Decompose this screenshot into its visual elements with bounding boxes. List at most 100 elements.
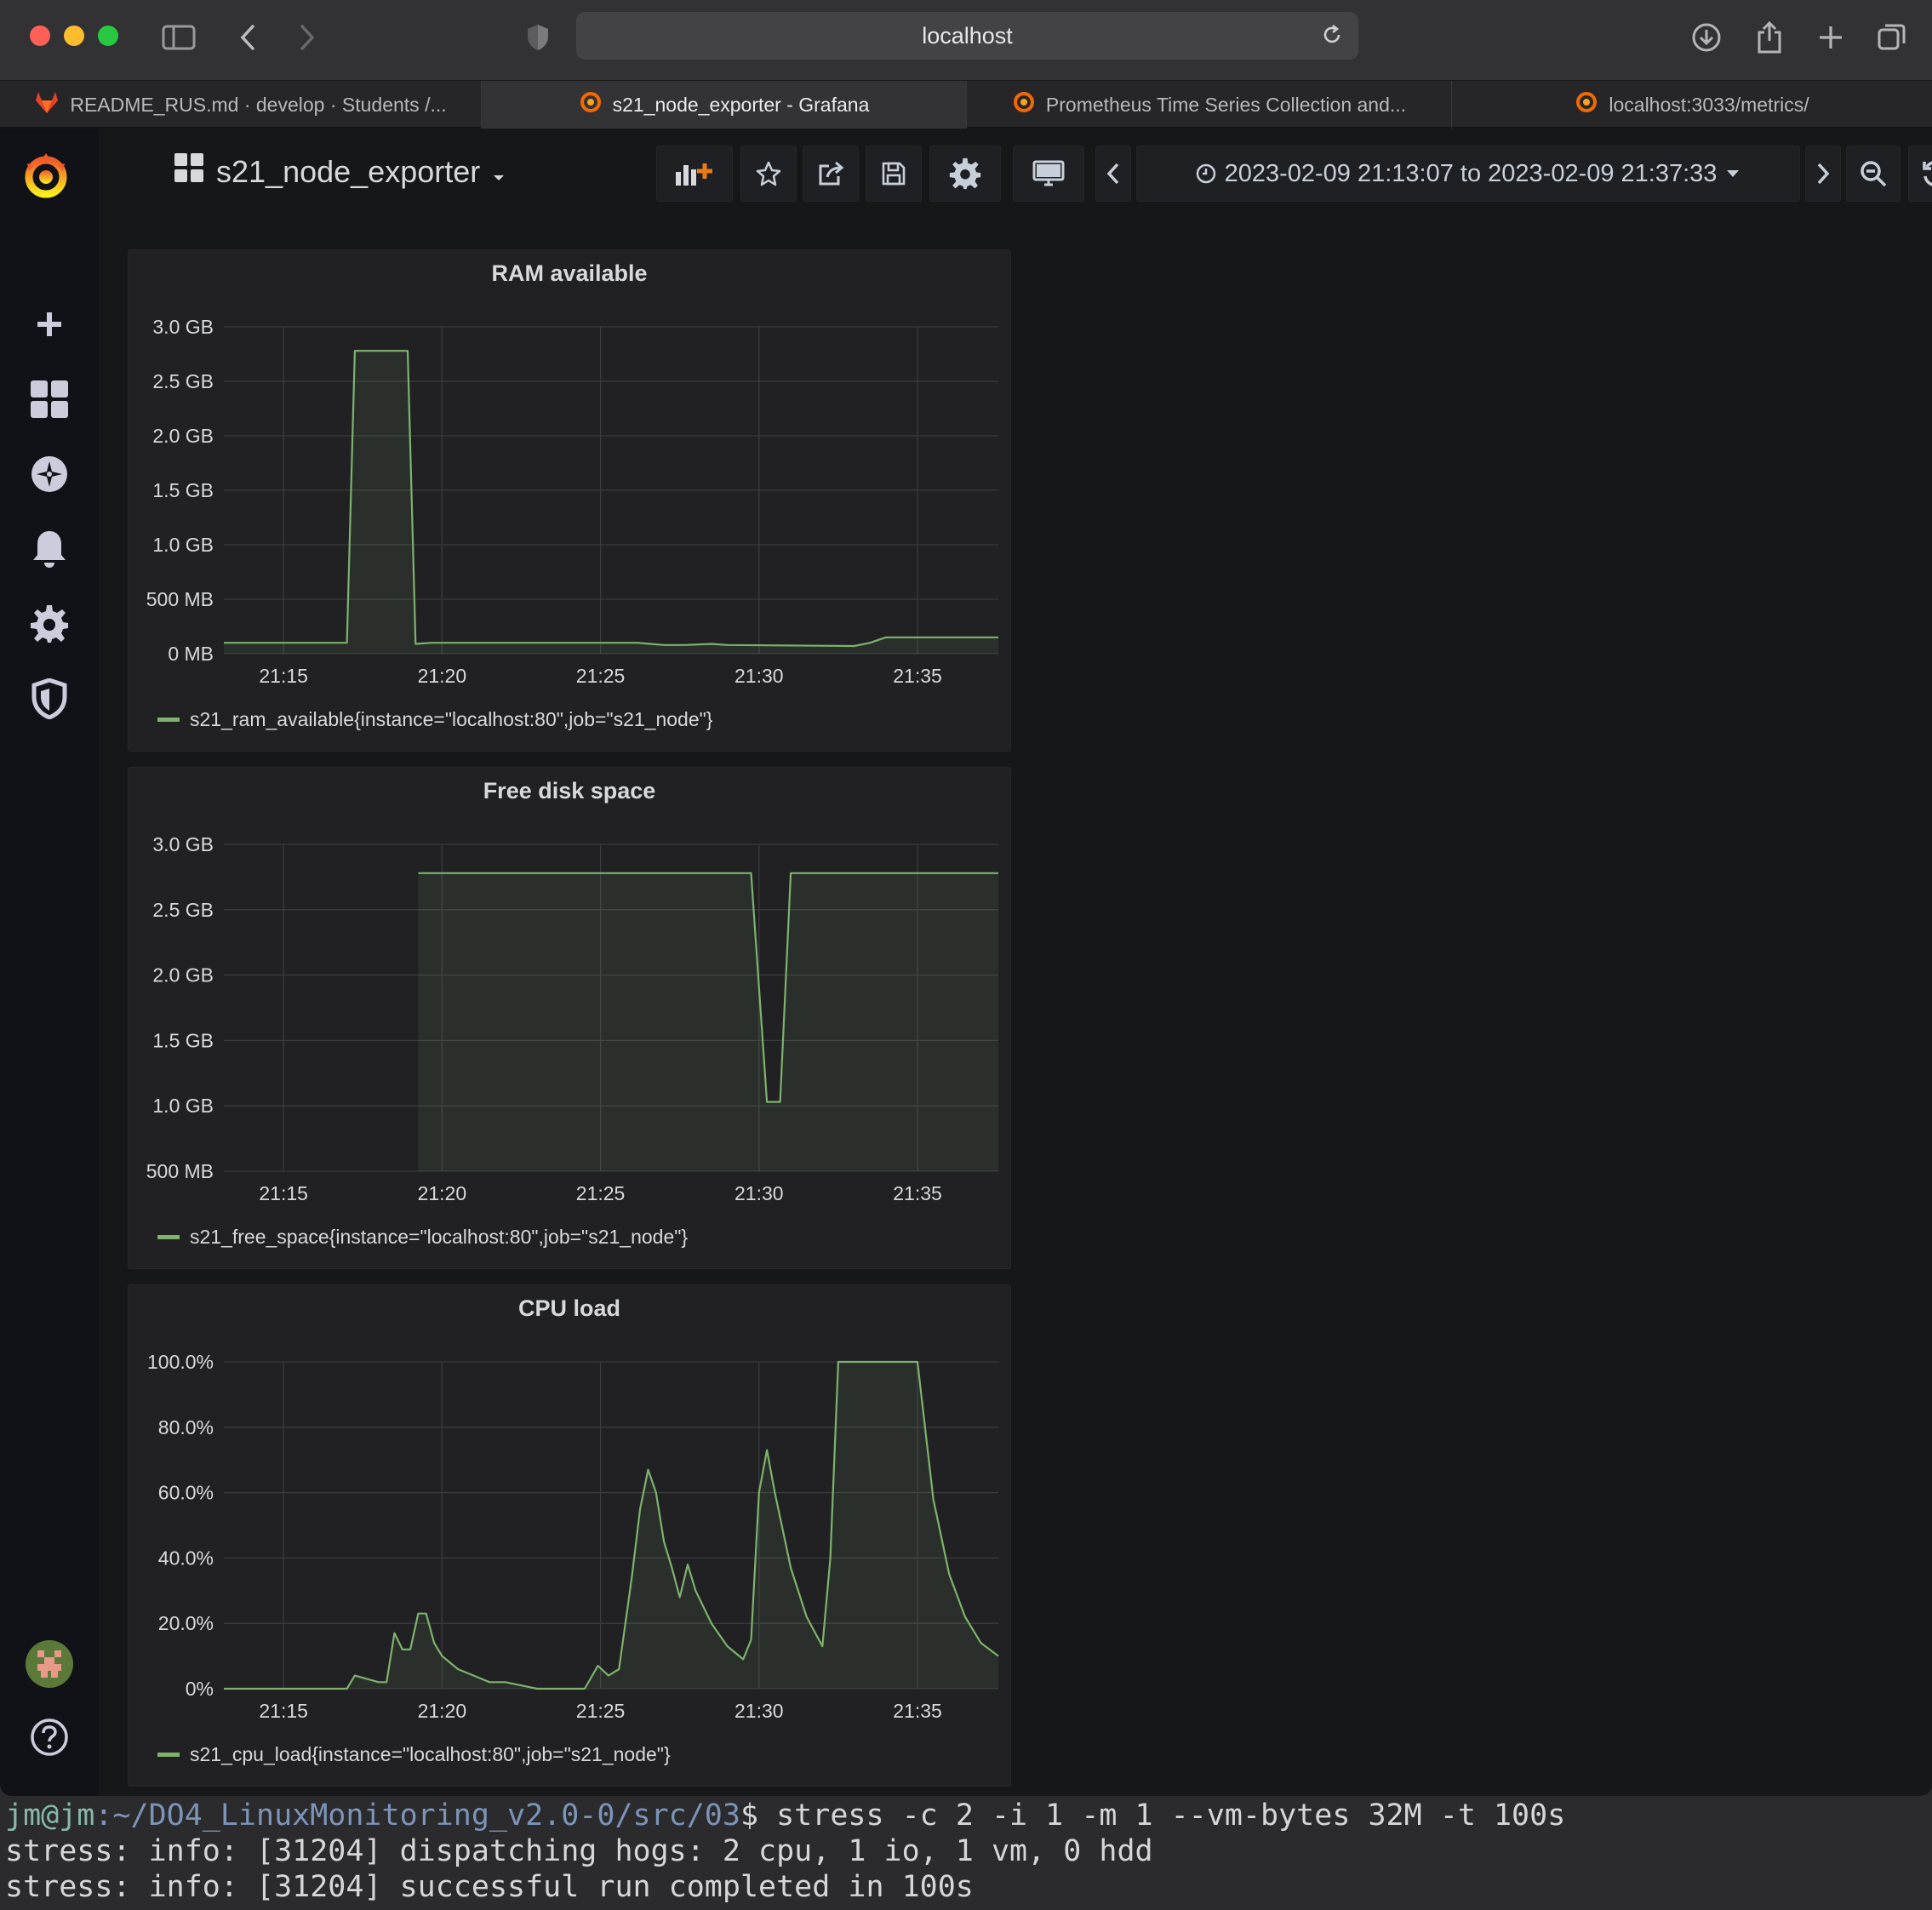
gitlab-icon <box>34 90 60 119</box>
tab-grafana[interactable]: s21_node_exporter - Grafana <box>482 81 967 129</box>
share-icon[interactable] <box>1752 19 1786 56</box>
panel-cpu-load[interactable]: CPU load 0% 20.0% 40.0% 60.0% 80.0% 100.0% 21:… <box>128 1284 1011 1787</box>
grafana-icon <box>579 90 603 119</box>
terminal[interactable]: jm@jm:~/DO4_LinuxMonitoring_v2.0-0/src/0… <box>0 1798 1932 1910</box>
browser-toolbar: localhost <box>0 0 1932 80</box>
close-window-button[interactable] <box>30 26 50 46</box>
browser-window: localhost README_RUS.md · develop · Stud… <box>0 0 1932 1796</box>
configuration-gear-icon[interactable] <box>26 600 73 648</box>
explore-compass-icon[interactable] <box>26 450 73 498</box>
refresh-icon <box>1923 161 1932 186</box>
time-range-text: 2023-02-09 21:13:07 to 2023-02-09 21:37:… <box>1224 159 1718 187</box>
new-tab-icon[interactable] <box>1814 19 1848 56</box>
y-tick-label: 3.0 GB <box>152 316 214 338</box>
chart-legend[interactable]: s21_free_space{instance="localhost:80",j… <box>157 1226 688 1249</box>
dashboard-settings-button[interactable] <box>929 146 1001 202</box>
chevron-right-icon <box>1817 163 1830 185</box>
x-tick-label: 21:30 <box>735 1182 784 1204</box>
series-area <box>224 351 998 654</box>
x-tick-label: 21:25 <box>576 1700 626 1722</box>
tab-label: s21_node_exporter - Grafana <box>612 93 870 116</box>
chart-legend[interactable]: s21_cpu_load{instance="localhost:80",job… <box>157 1743 671 1766</box>
save-dashboard-button[interactable] <box>866 146 922 202</box>
y-tick-label: 2.5 GB <box>152 370 214 392</box>
alerting-bell-icon[interactable] <box>26 525 73 573</box>
grafana-icon <box>1012 90 1036 119</box>
monitor-icon <box>1032 160 1065 186</box>
terminal-output-line: stress: info: [31204] successful run com… <box>5 1870 974 1904</box>
grafana-icon <box>1575 90 1598 119</box>
privacy-shield-icon[interactable] <box>523 19 553 56</box>
x-tick-label: 21:25 <box>576 665 626 687</box>
y-tick-label: 2.5 GB <box>152 899 214 921</box>
x-tick-label: 21:15 <box>259 1182 308 1204</box>
downloads-icon[interactable] <box>1689 19 1723 56</box>
panel-ram-available[interactable]: RAM available 0 MB 500 MB 1.0 GB 1.5 GB 2.0 … <box>128 249 1011 752</box>
address-bar[interactable]: localhost <box>576 12 1358 60</box>
y-tick-label: 0% <box>186 1678 214 1700</box>
legend-label: s21_free_space{instance="localhost:80",j… <box>190 1226 689 1248</box>
forward-icon[interactable] <box>294 19 320 56</box>
terminal-prompt-symbol: $ <box>740 1798 759 1833</box>
legend-label: s21_cpu_load{instance="localhost:80",job… <box>190 1743 671 1765</box>
dashboard-title-picker[interactable]: s21_node_exporter <box>174 152 506 191</box>
dashboard-title: s21_node_exporter <box>216 153 481 189</box>
minimize-window-button[interactable] <box>64 26 84 46</box>
tab-prometheus[interactable]: Prometheus Time Series Collection and... <box>967 81 1452 129</box>
help-icon[interactable] <box>26 1713 73 1761</box>
add-panel-button[interactable] <box>656 146 733 202</box>
zoom-window-button[interactable] <box>98 26 118 46</box>
tab-readme[interactable]: README_RUS.md · develop · Students /... <box>0 81 482 129</box>
dashboards-icon[interactable] <box>26 375 73 423</box>
y-tick-label: 0 MB <box>168 643 214 665</box>
share-dashboard-button[interactable] <box>803 146 859 202</box>
sidebar-toggle-icon[interactable] <box>158 19 199 56</box>
time-range-picker[interactable]: 2023-02-09 21:13:07 to 2023-02-09 21:37:… <box>1136 146 1800 202</box>
clock-icon <box>1196 163 1215 184</box>
y-tick-label: 100.0% <box>147 1351 214 1373</box>
back-icon[interactable] <box>235 19 260 56</box>
refresh-dashboard-button[interactable] <box>1908 146 1932 202</box>
grafana-logo-icon[interactable] <box>20 146 71 205</box>
y-tick-label: 20.0% <box>158 1612 214 1634</box>
create-plus-icon[interactable] <box>26 300 73 348</box>
x-tick-label: 21:15 <box>259 1700 308 1722</box>
time-shift-back-button[interactable] <box>1095 146 1131 202</box>
tab-metrics[interactable]: localhost:3033/metrics/ <box>1452 81 1932 129</box>
x-tick-label: 21:30 <box>735 1700 784 1722</box>
x-tick-label: 21:25 <box>576 1182 626 1204</box>
url-text: localhost <box>922 22 1013 49</box>
tab-bar: README_RUS.md · develop · Students /... … <box>0 80 1932 129</box>
ram-available-chart: 0 MB 500 MB 1.0 GB 1.5 GB 2.0 GB 2.5 GB 3.0 GB… <box>146 316 998 687</box>
x-tick-label: 21:35 <box>893 1700 942 1722</box>
star-icon <box>756 161 781 186</box>
x-tick-label: 21:20 <box>418 665 467 687</box>
server-admin-shield-icon[interactable] <box>26 675 73 723</box>
x-tick-label: 21:35 <box>893 665 942 687</box>
terminal-prompt-line: jm@jm:~/DO4_LinuxMonitoring_v2.0-0/src/0… <box>5 1798 1932 1833</box>
x-tick-label: 21:20 <box>418 1182 467 1204</box>
tab-overview-icon[interactable] <box>1875 19 1909 56</box>
star-dashboard-button[interactable] <box>740 146 797 202</box>
cycle-view-mode-button[interactable] <box>1013 146 1084 202</box>
series-area <box>418 872 998 1171</box>
y-tick-label: 40.0% <box>158 1547 214 1569</box>
y-tick-label: 60.0% <box>158 1482 214 1504</box>
caret-down-icon <box>492 154 506 190</box>
y-tick-label: 500 MB <box>146 1160 214 1182</box>
free-disk-space-chart: 500 MB 1.0 GB 1.5 GB 2.0 GB 2.5 GB 3.0 GB 21:1… <box>146 833 998 1204</box>
chart-legend[interactable]: s21_ram_available{instance="localhost:80… <box>157 708 713 731</box>
panel-free-disk-space[interactable]: Free disk space 500 MB 1.0 GB 1.5 GB 2.0 GB… <box>128 767 1011 1269</box>
x-tick-label: 21:30 <box>735 665 784 687</box>
save-icon <box>882 162 906 186</box>
tab-label: localhost:3033/metrics/ <box>1609 93 1809 116</box>
y-tick-label: 500 MB <box>146 588 214 610</box>
x-tick-label: 21:15 <box>259 665 308 687</box>
reload-icon[interactable] <box>1321 24 1343 52</box>
user-avatar[interactable] <box>24 1638 75 1690</box>
time-shift-forward-button[interactable] <box>1805 146 1841 202</box>
dashboard-grid-icon <box>174 152 204 191</box>
tab-label: Prometheus Time Series Collection and... <box>1045 93 1407 116</box>
zoom-out-time-button[interactable] <box>1846 146 1901 202</box>
add-panel-icon <box>676 163 712 186</box>
